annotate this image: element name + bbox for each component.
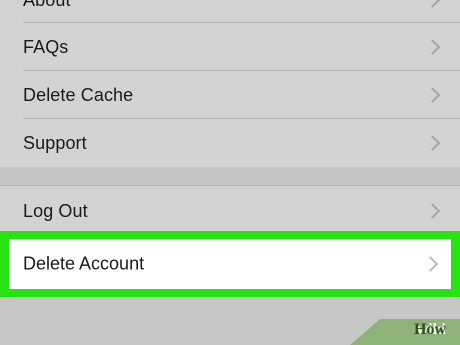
settings-row-label: Delete Cache bbox=[23, 84, 134, 105]
highlight-box: Delete Account bbox=[0, 231, 460, 297]
section-gap bbox=[0, 167, 460, 185]
settings-row-delete-account[interactable]: Delete Account bbox=[9, 239, 451, 289]
chevron-right-icon bbox=[424, 135, 441, 151]
settings-row-faqs[interactable]: FAQs bbox=[0, 23, 460, 71]
chevron-right-icon bbox=[424, 87, 441, 103]
settings-row-label: Delete Account bbox=[23, 253, 145, 274]
chevron-right-icon bbox=[424, 39, 441, 55]
settings-row-delete-cache[interactable]: Delete Cache bbox=[0, 71, 460, 119]
chevron-right-icon bbox=[422, 256, 439, 272]
settings-row-label: About bbox=[23, 0, 71, 11]
chevron-right-icon bbox=[424, 203, 441, 219]
settings-row-label: Log Out bbox=[23, 200, 88, 221]
settings-row-support[interactable]: Support bbox=[0, 119, 460, 167]
watermark-part2: How bbox=[414, 321, 446, 338]
settings-row-log-out[interactable]: Log Out bbox=[0, 186, 460, 236]
settings-row-label: FAQs bbox=[23, 36, 69, 57]
settings-row-label: Support bbox=[23, 132, 87, 153]
settings-group-top: About FAQs Delete Cache Support bbox=[0, 0, 460, 167]
settings-row-about[interactable]: About bbox=[0, 0, 460, 24]
chevron-right-icon bbox=[424, 0, 441, 8]
settings-group-bottom: Log Out bbox=[0, 186, 460, 231]
